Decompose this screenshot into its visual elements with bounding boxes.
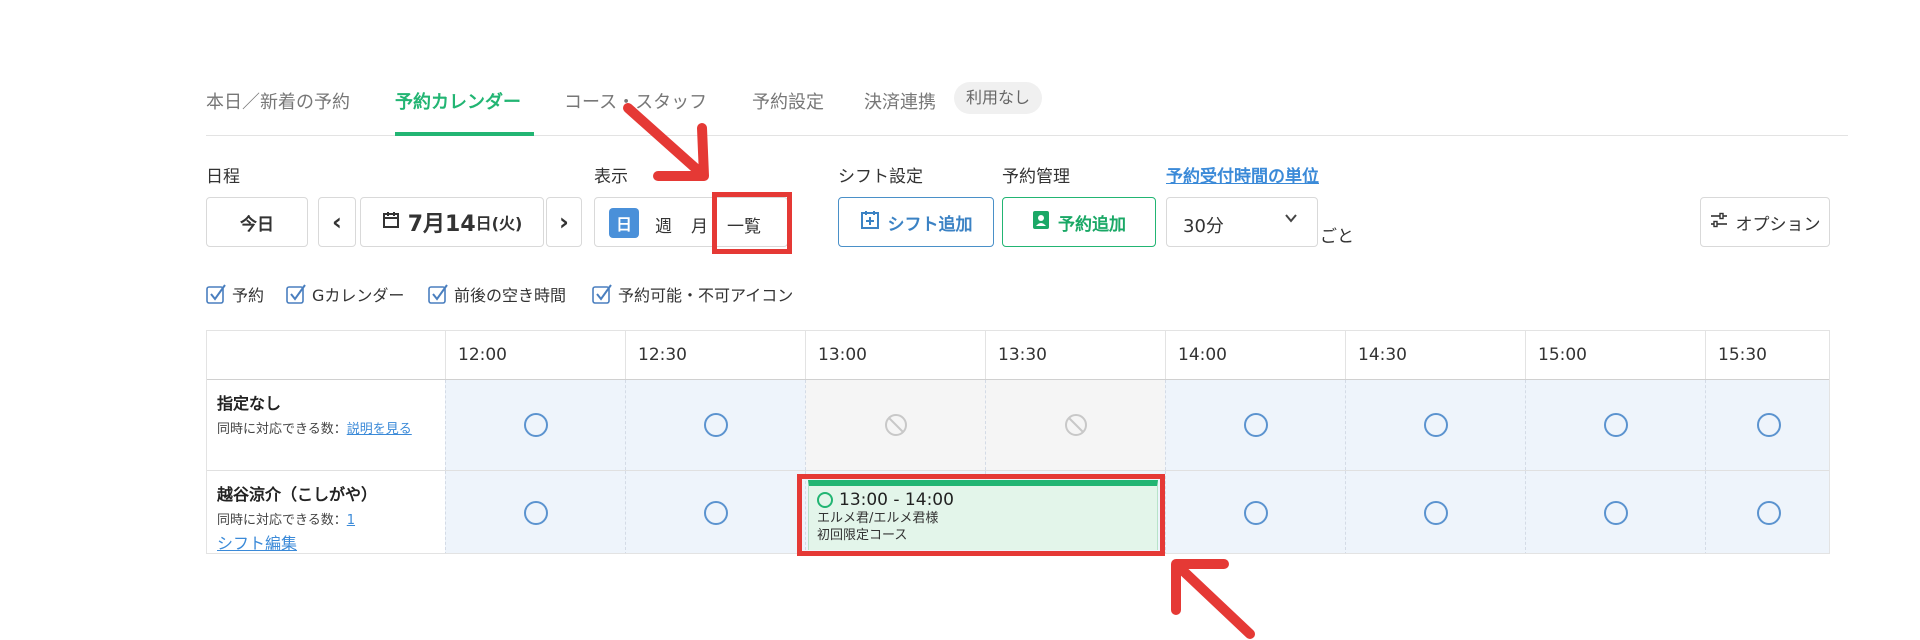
view-day-button[interactable]: 日 (609, 208, 639, 238)
slot-available[interactable] (625, 380, 805, 470)
annotation-highlight-reservation (797, 474, 1165, 556)
slot-unavailable (805, 380, 985, 470)
time-header: 13:00 (805, 331, 985, 379)
sliders-icon (1710, 212, 1728, 233)
shift-edit-link[interactable]: シフト編集 (217, 530, 435, 553)
row-label-staff: 越谷涼介（こしがや） 同時に対応できる数：1 シフト編集 (207, 471, 445, 553)
slot-available[interactable] (1345, 471, 1525, 553)
prev-date-button[interactable]: ‹ (318, 197, 356, 247)
time-header: 15:30 (1705, 331, 1829, 379)
time-header: 12:30 (625, 331, 805, 379)
time-header: 14:30 (1345, 331, 1525, 379)
row-label-unassigned: 指定なし 同時に対応できる数：説明を見る (207, 380, 445, 470)
reservation-management-label: 予約管理 (1002, 167, 1070, 187)
date-picker[interactable]: 7月14 日(火) (360, 197, 544, 247)
capacity-link[interactable]: 1 (347, 513, 355, 528)
time-header: 14:00 (1165, 331, 1345, 379)
available-circle-icon (523, 501, 548, 525)
slot-available[interactable] (1525, 471, 1705, 553)
add-reservation-label: 予約追加 (1058, 214, 1126, 235)
add-reservation-button[interactable]: 予約追加 (1002, 197, 1156, 247)
checkbox-checked-icon (286, 284, 306, 304)
tab-payment[interactable]: 決済連携 (864, 88, 936, 114)
slot-available[interactable] (1705, 380, 1829, 470)
available-circle-icon (1756, 501, 1781, 525)
available-circle-icon (523, 413, 548, 437)
checkbox-checked-icon (206, 284, 226, 304)
slot-unavailable (985, 380, 1165, 470)
tab-today-new[interactable]: 本日／新着の予約 (206, 88, 350, 114)
checkbox-availability-icons-label: 予約可能・不可アイコン (618, 286, 794, 305)
time-header: 12:00 (445, 331, 625, 379)
calendar-plus-icon (860, 210, 880, 235)
available-circle-icon (703, 501, 728, 525)
slot-available[interactable] (625, 471, 805, 553)
available-circle-icon (1423, 501, 1448, 525)
row-name: 指定なし (217, 394, 282, 413)
checkbox-reservation-label: 予約 (232, 286, 265, 305)
schedule-label: 日程 (206, 167, 240, 187)
chevron-down-icon (1283, 210, 1299, 231)
today-button[interactable]: 今日 (206, 197, 308, 247)
available-circle-icon (703, 413, 728, 437)
time-unit-suffix: ごと (1320, 227, 1354, 247)
slot-available[interactable] (1345, 380, 1525, 470)
tab-reservation-settings[interactable]: 予約設定 (752, 88, 824, 114)
annotation-arrow-icon (1171, 559, 1255, 639)
row-name: 越谷涼介（こしがや） (217, 485, 378, 504)
annotation-arrow-icon (623, 103, 709, 181)
slot-available[interactable] (445, 471, 625, 553)
prohibited-icon (884, 414, 907, 436)
available-circle-icon (1756, 413, 1781, 437)
slot-available[interactable] (445, 380, 625, 470)
prohibited-icon (1064, 414, 1087, 436)
available-circle-icon (1243, 501, 1268, 525)
view-week-button[interactable]: 週 (655, 212, 672, 237)
time-header: 15:00 (1525, 331, 1705, 379)
checkbox-availability-icons[interactable]: 予約可能・不可アイコン (592, 282, 793, 306)
slot-available[interactable] (1525, 380, 1705, 470)
row-capacity: 同時に対応できる数：1 (217, 513, 356, 528)
view-month-button[interactable]: 月 (691, 212, 708, 237)
add-shift-label: シフト追加 (887, 214, 973, 235)
next-date-button[interactable]: › (546, 197, 582, 247)
active-tab-indicator (395, 132, 534, 136)
slot-available[interactable] (1705, 471, 1829, 553)
time-unit-value: 30分 (1183, 216, 1224, 237)
checkbox-google-calendar[interactable]: Gカレンダー (286, 282, 404, 306)
checkbox-reservation[interactable]: 予約 (206, 282, 264, 306)
explanation-link[interactable]: 説明を見る (347, 422, 412, 437)
checkbox-buffer-time[interactable]: 前後の空き時間 (428, 282, 566, 306)
tab-bar: 本日／新着の予約 予約カレンダー コース・スタッフ 予約設定 決済連携 利用なし (206, 78, 1848, 136)
contact-book-icon (1032, 210, 1050, 235)
time-header: 13:30 (985, 331, 1165, 379)
calendar-icon (382, 211, 400, 234)
available-circle-icon (1603, 413, 1628, 437)
tab-reservation-calendar[interactable]: 予約カレンダー (395, 88, 521, 114)
time-unit-link[interactable]: 予約受付時間の単位 (1166, 162, 1319, 187)
available-circle-icon (1423, 413, 1448, 437)
checkbox-checked-icon (592, 284, 612, 304)
time-unit-select[interactable]: 30分 (1166, 197, 1318, 247)
payment-status-badge: 利用なし (954, 82, 1043, 114)
date-value: 7月14 (407, 212, 476, 237)
annotation-highlight-list-view (712, 192, 792, 254)
checkbox-checked-icon (428, 284, 448, 304)
add-shift-button[interactable]: シフト追加 (838, 197, 994, 247)
available-circle-icon (1603, 501, 1628, 525)
available-circle-icon (1243, 413, 1268, 437)
row-capacity: 同時に対応できる数：説明を見る (217, 422, 412, 437)
options-label: オプション (1735, 214, 1821, 235)
slot-available[interactable] (1165, 471, 1345, 553)
checkbox-google-calendar-label: Gカレンダー (312, 286, 405, 305)
shift-settings-label: シフト設定 (838, 167, 923, 187)
date-weekday: 日(火) (475, 214, 523, 233)
checkbox-buffer-time-label: 前後の空き時間 (454, 286, 567, 305)
slot-available[interactable] (1165, 380, 1345, 470)
options-button[interactable]: オプション (1700, 197, 1830, 247)
